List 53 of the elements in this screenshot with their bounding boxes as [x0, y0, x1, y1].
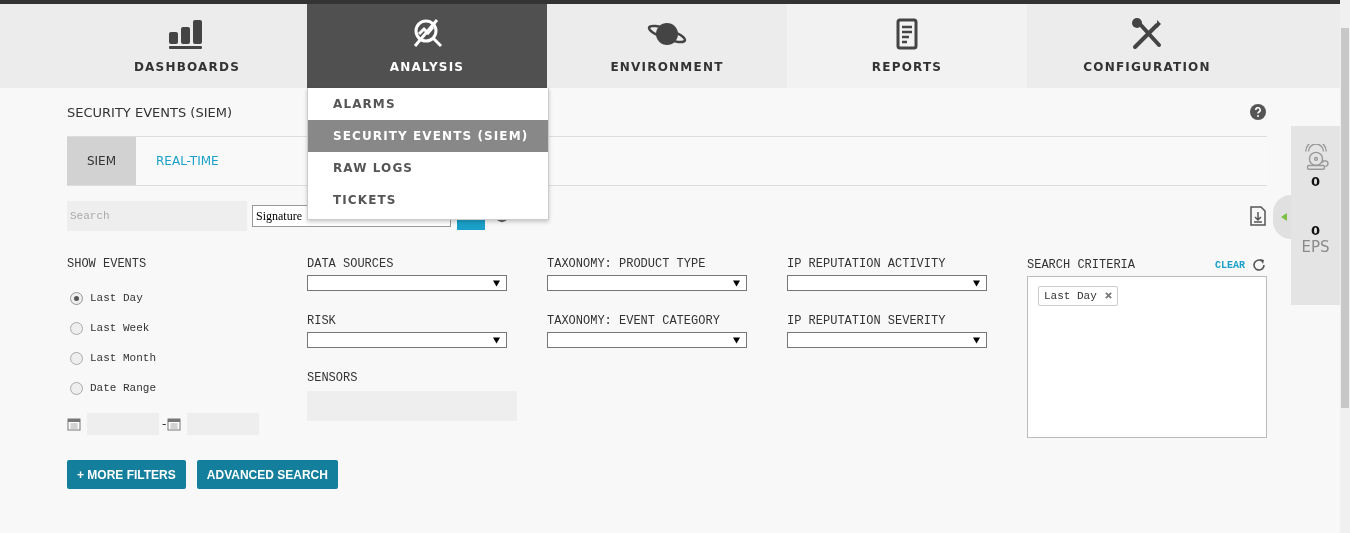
- filter-label: RISK: [307, 314, 337, 328]
- section-label: SEARCH CRITERIA: [1027, 258, 1136, 272]
- radio-label: Last Month: [90, 352, 156, 364]
- nav-tab[interactable]: REPORTS: [787, 4, 1027, 88]
- filter-label: SENSORS: [307, 371, 359, 385]
- filter-button[interactable]: + MORE FILTERS: [67, 460, 186, 489]
- download-icon[interactable]: [1250, 206, 1266, 226]
- section-label: SHOW EVENTS: [67, 257, 148, 271]
- eps-label: EPS: [1301, 238, 1330, 256]
- menu-item[interactable]: ALARMS: [308, 88, 548, 120]
- calendar-icon[interactable]: [167, 417, 182, 431]
- menu-item[interactable]: SECURITY EVENTS (SIEM): [308, 120, 548, 152]
- radio-label: Last Week: [90, 322, 150, 334]
- calendar-icon[interactable]: [67, 417, 81, 431]
- dropdown-arrow-icon: [973, 336, 980, 344]
- remove-icon[interactable]: [1105, 292, 1113, 299]
- filter-label: TAXONOMY: PRODUCT TYPE: [547, 257, 707, 271]
- radio-label: Date Range: [90, 382, 156, 394]
- radio-button[interactable]: [70, 291, 83, 305]
- filter-select[interactable]: [307, 332, 507, 348]
- dropdown-arrow-icon: [973, 279, 980, 287]
- filter-label: IP REPUTATION SEVERITY: [787, 314, 947, 328]
- refresh-icon[interactable]: [1251, 257, 1267, 273]
- criteria-tag[interactable]: Last Day: [1038, 286, 1119, 306]
- scrollbar[interactable]: [1340, 0, 1350, 533]
- dropdown-arrow-icon: [733, 336, 740, 344]
- eps-count: 0: [1310, 223, 1320, 238]
- search-field[interactable]: Search: [67, 201, 247, 231]
- radio-button[interactable]: [70, 381, 83, 395]
- filter-label: TAXONOMY: EVENT CATEGORY: [547, 314, 721, 328]
- page-title: SECURITY EVENTS (SIEM): [67, 104, 232, 120]
- filter-label: IP REPUTATION ACTIVITY: [787, 257, 947, 271]
- filter-button[interactable]: ADVANCED SEARCH: [196, 460, 338, 489]
- tab[interactable]: SIEM: [67, 137, 136, 185]
- dropdown-arrow-icon: [733, 279, 740, 287]
- radio-button[interactable]: [70, 321, 83, 335]
- menu-item[interactable]: RAW LOGS: [308, 152, 548, 184]
- nav-tab[interactable]: ANALYSIS: [307, 4, 547, 88]
- menu-item[interactable]: TICKETS: [308, 184, 548, 216]
- radio-label: Last Day: [90, 292, 143, 304]
- filter-select[interactable]: [787, 275, 987, 291]
- filter-select[interactable]: [547, 332, 747, 348]
- filter-select[interactable]: [547, 275, 747, 291]
- filter-select[interactable]: [307, 275, 507, 291]
- dropdown-arrow-icon: [493, 279, 500, 287]
- radio-button[interactable]: [70, 351, 83, 365]
- filter-label: DATA SOURCES: [307, 257, 395, 271]
- range-separator: -: [162, 417, 167, 431]
- filter-select[interactable]: [787, 332, 987, 348]
- dropdown-arrow-icon: [493, 336, 500, 344]
- help-icon[interactable]: [1250, 104, 1266, 120]
- panel-toggle[interactable]: [1273, 195, 1291, 239]
- alarm-count: 0: [1310, 174, 1320, 189]
